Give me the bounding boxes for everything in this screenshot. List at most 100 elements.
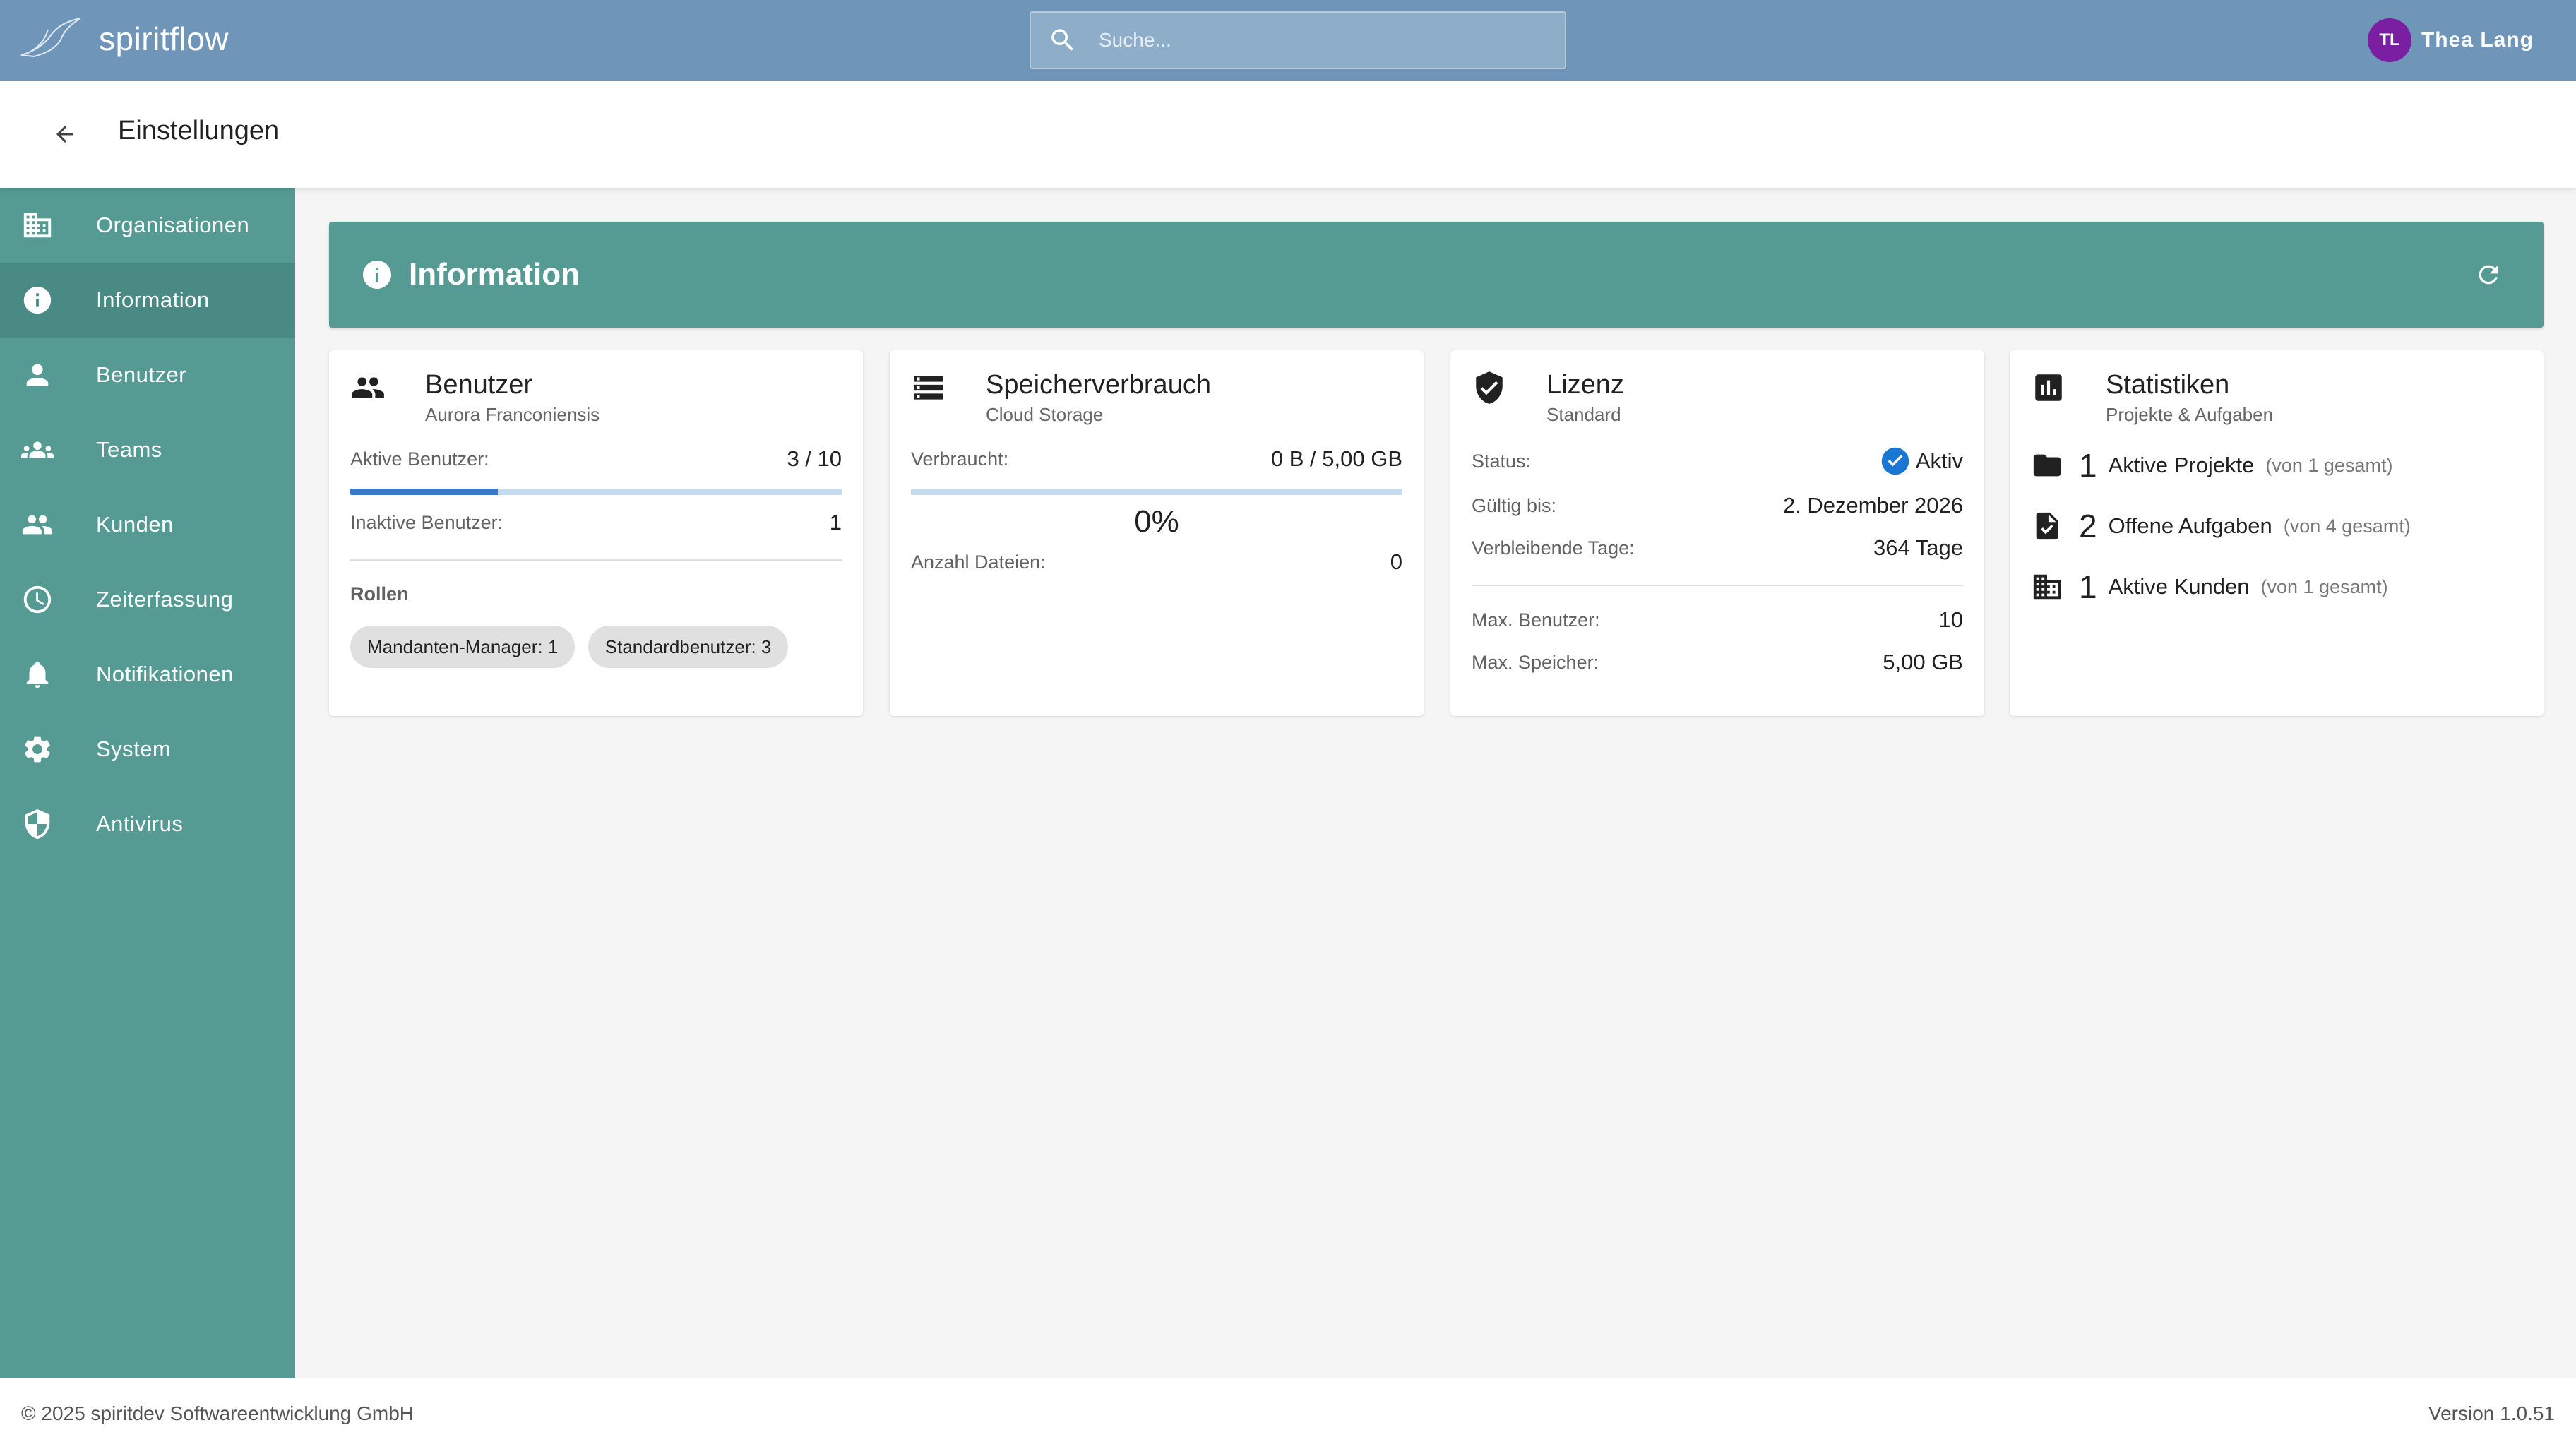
storage-used-label: Verbraucht: xyxy=(911,448,1009,470)
file-count-label: Anzahl Dateien: xyxy=(911,551,1046,573)
shield-icon xyxy=(25,809,50,840)
divider xyxy=(1472,585,1963,586)
file-count-value: 0 xyxy=(1390,549,1402,574)
license-status-value: Aktiv xyxy=(1915,448,1963,473)
card-title: Benutzer xyxy=(425,370,533,400)
stat-total: (von 1 gesamt) xyxy=(2265,454,2393,476)
sidebar-item-zeiterfassung[interactable]: Zeiterfassung xyxy=(0,562,295,637)
copyright: © 2025 spiritdev Softwareentwicklung Gmb… xyxy=(21,1402,414,1424)
info-icon xyxy=(23,286,52,314)
inactive-users-value: 1 xyxy=(829,510,842,535)
license-valid-label: Gültig bis: xyxy=(1472,494,1557,516)
license-remaining-row: Verbleibende Tage: 364 Tage xyxy=(1472,535,1963,561)
inactive-users-label: Inaktive Benutzer: xyxy=(350,511,503,533)
storage-card: Speicherverbrauch Cloud Storage Verbrauc… xyxy=(890,350,1424,716)
role-chip[interactable]: Standardbenutzer: 3 xyxy=(588,626,789,668)
card-subtitle: Aurora Franconiensis xyxy=(425,404,600,425)
refresh-icon[interactable] xyxy=(2474,261,2503,289)
license-status-row: Status: Aktiv xyxy=(1472,446,1963,476)
stat-active-customers[interactable]: 1 Aktive Kunden (von 1 gesamt) xyxy=(2031,568,2388,606)
sidebar-item-notifikationen[interactable]: Notifikationen xyxy=(0,637,295,712)
stat-total: (von 4 gesamt) xyxy=(2283,515,2411,537)
stat-open-tasks[interactable]: 2 Offene Aufgaben (von 4 gesamt) xyxy=(2031,507,2411,545)
top-app-bar: spiritflow TL Thea Lang xyxy=(0,0,2576,80)
folder-icon xyxy=(2033,454,2061,477)
card-subtitle: Projekte & Aufgaben xyxy=(2106,404,2274,425)
storage-used-row: Verbraucht: 0 B / 5,00 GB xyxy=(911,446,1402,472)
stat-number: 2 xyxy=(2079,508,2097,544)
max-users-value: 10 xyxy=(1938,607,1963,632)
check-circle-icon xyxy=(1881,447,1909,475)
bird-logo-icon xyxy=(20,18,81,58)
active-users-row: Aktive Benutzer: 3 / 10 xyxy=(350,446,842,472)
max-storage-value: 5,00 GB xyxy=(1883,650,1963,674)
sidebar: Organisationen Information Benutzer Team… xyxy=(0,188,295,1378)
task-icon xyxy=(2036,512,2058,540)
sidebar-item-label: Antivirus xyxy=(96,811,184,836)
sidebar-item-label: Zeiterfassung xyxy=(96,587,234,612)
sidebar-item-antivirus[interactable]: Antivirus xyxy=(0,787,295,861)
arrow-left-icon xyxy=(56,126,73,143)
search-box[interactable] xyxy=(1030,11,1566,69)
inactive-users-row: Inaktive Benutzer: 1 xyxy=(350,510,842,535)
card-subtitle: Cloud Storage xyxy=(986,404,1104,425)
license-remaining-label: Verbleibende Tage: xyxy=(1472,537,1635,559)
sidebar-item-label: Information xyxy=(96,287,210,312)
active-users-progress-fill xyxy=(350,489,498,495)
gear-icon xyxy=(25,736,50,763)
sidebar-item-kunden[interactable]: Kunden xyxy=(0,487,295,562)
stat-number: 1 xyxy=(2079,568,2097,605)
license-valid-value: 2. Dezember 2026 xyxy=(1782,493,1963,518)
sidebar-item-information[interactable]: Information xyxy=(0,263,295,338)
search-input[interactable] xyxy=(1099,29,1537,52)
sidebar-item-label: Teams xyxy=(96,437,162,462)
page-title: Einstellungen xyxy=(118,116,280,145)
version: Version 1.0.51 xyxy=(2428,1402,2555,1424)
section-title: Information xyxy=(409,257,580,292)
sidebar-item-benutzer[interactable]: Benutzer xyxy=(0,338,295,412)
building-icon xyxy=(2033,574,2061,600)
app-name: spiritflow xyxy=(99,20,229,57)
stat-active-projects[interactable]: 1 Aktive Projekte (von 1 gesamt) xyxy=(2031,446,2392,484)
active-users-progress xyxy=(350,489,842,495)
roles-chips: Mandanten-Manager: 1 Standardbenutzer: 3 xyxy=(350,626,798,668)
active-users-value: 3 / 10 xyxy=(787,446,842,471)
storage-icon xyxy=(914,376,943,400)
brand[interactable]: spiritflow xyxy=(20,14,229,64)
sidebar-item-system[interactable]: System xyxy=(0,712,295,787)
groups-icon xyxy=(21,441,54,458)
sidebar-item-organisationen[interactable]: Organisationen xyxy=(0,188,295,263)
sidebar-item-label: Organisationen xyxy=(96,213,250,237)
sidebar-item-teams[interactable]: Teams xyxy=(0,412,295,487)
section-header: Information xyxy=(329,222,2544,328)
page-header: Einstellungen xyxy=(0,80,2576,188)
search-icon xyxy=(1051,29,1073,51)
user-name[interactable]: Thea Lang xyxy=(2421,28,2534,52)
sidebar-item-label: System xyxy=(96,737,172,761)
back-button[interactable] xyxy=(47,116,83,153)
avatar[interactable]: TL xyxy=(2367,18,2411,62)
stats-card: Statistiken Projekte & Aufgaben 1 Aktive… xyxy=(2010,350,2544,716)
license-valid-row: Gültig bis: 2. Dezember 2026 xyxy=(1472,493,1963,518)
card-title: Lizenz xyxy=(1546,370,1624,400)
footer: © 2025 spiritdev Softwareentwicklung Gmb… xyxy=(0,1378,2576,1449)
max-storage-label: Max. Speicher: xyxy=(1472,651,1599,673)
roles-label: Rollen xyxy=(350,583,409,604)
license-status: Aktiv xyxy=(1880,446,1963,476)
max-storage-row: Max. Speicher: 5,00 GB xyxy=(1472,650,1963,675)
max-users-label: Max. Benutzer: xyxy=(1472,609,1600,631)
max-users-row: Max. Benutzer: 10 xyxy=(1472,607,1963,633)
clock-icon xyxy=(23,585,52,614)
storage-progress xyxy=(911,489,1402,495)
card-title: Statistiken xyxy=(2106,370,2230,400)
storage-used-value: 0 B / 5,00 GB xyxy=(1270,446,1402,471)
building-icon xyxy=(23,213,52,238)
file-count-row: Anzahl Dateien: 0 xyxy=(911,549,1402,575)
license-status-label: Status: xyxy=(1472,450,1532,472)
users-card: Benutzer Aurora Franconiensis Aktive Ben… xyxy=(329,350,863,716)
bar-chart-icon xyxy=(2035,374,2062,401)
sidebar-item-label: Benutzer xyxy=(96,362,187,387)
user-menu[interactable]: TL Thea Lang xyxy=(2367,18,2534,62)
active-users-label: Aktive Benutzer: xyxy=(350,448,489,470)
role-chip[interactable]: Mandanten-Manager: 1 xyxy=(350,626,576,668)
